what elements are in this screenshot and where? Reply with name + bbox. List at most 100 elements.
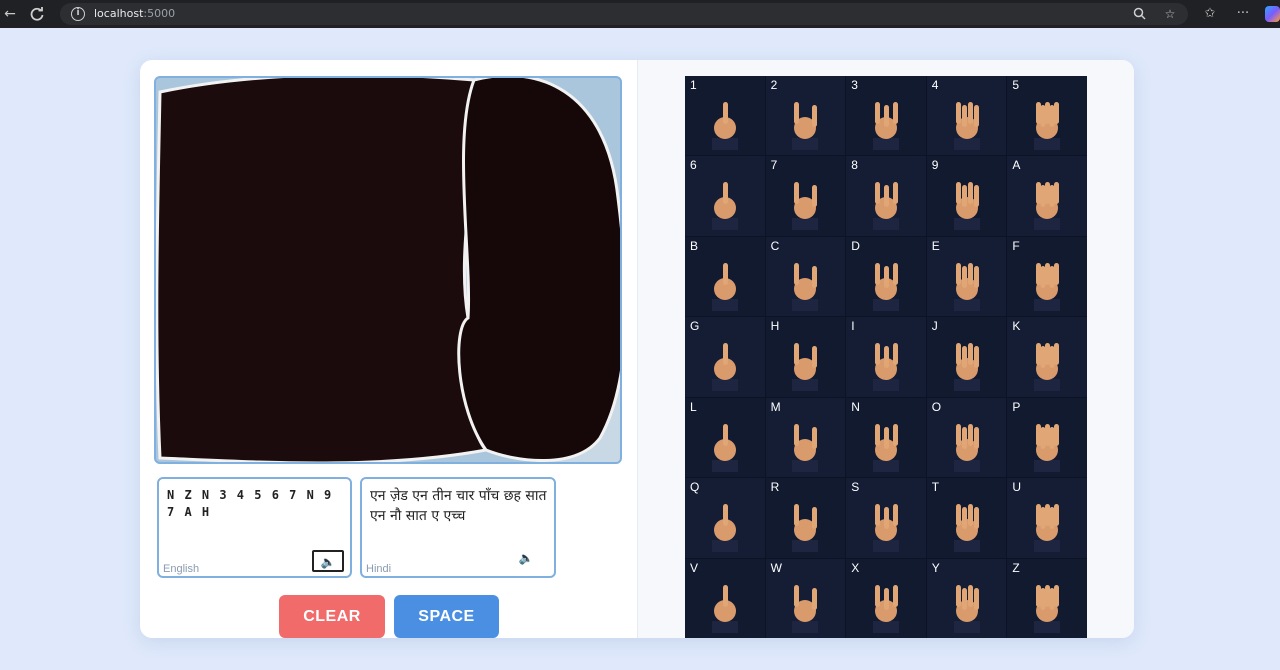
sign-cell: M — [765, 397, 846, 478]
sign-cell: L — [685, 397, 765, 478]
sign-cell: C — [765, 236, 846, 317]
hand-sign-icon — [872, 504, 899, 553]
sign-label: 4 — [931, 78, 939, 92]
sign-label: Q — [690, 480, 700, 495]
hand-sign-icon — [953, 102, 980, 151]
sign-language-chart: 1 2 3 4 5 6 7 8 9 A B C D E F G H I J K L M N O P Q R S T U V W X Y Z — [685, 76, 1087, 638]
sign-label: O — [931, 399, 942, 414]
info-icon[interactable]: i — [71, 7, 85, 21]
sign-cell: 6 — [685, 156, 765, 236]
zoom-icon[interactable] — [1131, 5, 1149, 23]
url-text: localhost:5000 — [94, 7, 176, 20]
sign-label: H — [770, 319, 780, 334]
back-arrow-icon[interactable]: ← — [0, 4, 20, 24]
speaker-english-button[interactable]: 🔈 — [312, 550, 344, 572]
sign-cell: V — [685, 558, 765, 638]
hand-sign-icon — [711, 504, 738, 553]
sign-cell: 3 — [846, 76, 926, 156]
hand-sign-icon — [1034, 102, 1061, 151]
sign-label: 7 — [770, 158, 778, 173]
hand-sign-icon — [1034, 262, 1061, 311]
star-icon[interactable]: ☆ — [1161, 5, 1179, 23]
sign-cell: 8 — [846, 156, 926, 236]
sign-label: V — [690, 560, 699, 575]
hand-sign-icon — [792, 102, 819, 151]
sign-cell: A — [1007, 156, 1087, 236]
sign-label: X — [851, 560, 860, 575]
sign-cell: O — [926, 397, 1007, 478]
sign-cell: B — [685, 236, 765, 317]
sign-label: 8 — [851, 158, 858, 173]
sign-label: K — [1012, 319, 1021, 334]
sign-cell: Z — [1007, 558, 1087, 638]
hand-sign-icon — [872, 343, 899, 392]
more-icon[interactable]: ··· — [1233, 4, 1253, 24]
hand-sign-icon — [711, 182, 738, 231]
sign-label: W — [770, 560, 782, 575]
address-bar[interactable]: i localhost:5000 ☆ — [60, 3, 1188, 25]
sign-label: Z — [1012, 560, 1020, 575]
sign-cell: G — [685, 317, 765, 397]
hand-sign-icon — [872, 423, 899, 472]
english-output-box: N Z N 3 4 5 6 7 N 9 7 A H English 🔈 — [157, 477, 352, 578]
hand-sign-icon — [872, 584, 899, 633]
sign-label: M — [770, 399, 781, 414]
speaker-hindi-button[interactable]: 🔈 — [510, 548, 542, 570]
browser-toolbar: ← i localhost:5000 ☆ ✩ ··· — [0, 0, 1280, 28]
hand-sign-icon — [953, 504, 980, 553]
sign-cell: 1 — [685, 76, 765, 156]
sign-cell: H — [765, 317, 846, 397]
clear-button[interactable]: CLEAR — [279, 595, 385, 638]
sign-cell: T — [926, 478, 1007, 558]
sign-cell: S — [846, 478, 926, 558]
hand-sign-icon — [953, 182, 980, 231]
sign-label: F — [1012, 238, 1020, 253]
hand-sign-icon — [1034, 182, 1061, 231]
sign-cell: I — [846, 317, 926, 397]
sign-label: G — [690, 319, 700, 334]
sign-cell: 9 — [926, 156, 1007, 236]
sign-cell: Q — [685, 478, 765, 558]
copilot-icon[interactable] — [1265, 6, 1280, 22]
hindi-output-box: एन ज़ेड एन तीन चार पाँच छह सात एन नौ सात… — [360, 477, 556, 578]
sign-cell: D — [846, 236, 926, 317]
sign-label: E — [931, 238, 940, 253]
sign-label: 6 — [690, 158, 697, 173]
sign-cell: J — [926, 317, 1007, 397]
sign-label: P — [1012, 399, 1021, 414]
camera-feed — [154, 76, 622, 464]
hindi-text: एन ज़ेड एन तीन चार पाँच छह सात एन नौ सात… — [370, 488, 547, 524]
sign-cell: 7 — [765, 156, 846, 236]
hand-sign-icon — [792, 343, 819, 392]
speaker-icon: 🔈 — [320, 555, 336, 569]
sign-label: I — [851, 319, 855, 334]
hand-sign-icon — [1034, 584, 1061, 633]
sign-label: 9 — [931, 158, 939, 173]
sign-cell: K — [1007, 317, 1087, 397]
sign-cell: 5 — [1007, 76, 1087, 156]
sign-cell: 2 — [765, 76, 846, 156]
sign-label: J — [931, 319, 938, 334]
reload-icon[interactable] — [27, 4, 47, 24]
hand-sign-icon — [711, 584, 738, 633]
sign-label: 5 — [1012, 78, 1020, 92]
hand-sign-icon — [792, 504, 819, 553]
favorites-icon[interactable]: ✩ — [1200, 4, 1220, 24]
sign-cell: Y — [926, 558, 1007, 638]
hand-sign-icon — [792, 182, 819, 231]
hand-sign-icon — [1034, 423, 1061, 472]
hand-sign-icon — [711, 343, 738, 392]
sign-cell: 4 — [926, 76, 1007, 156]
sign-cell: X — [846, 558, 926, 638]
sign-label: B — [690, 238, 699, 253]
speaker-icon: 🔈 — [518, 551, 534, 565]
sign-cell: F — [1007, 236, 1087, 317]
sign-label: 1 — [690, 78, 697, 92]
hand-sign-icon — [872, 262, 899, 311]
sign-label: 2 — [770, 78, 778, 92]
english-text: N Z N 3 4 5 6 7 N 9 7 A H — [167, 488, 333, 519]
hand-sign-icon — [792, 262, 819, 311]
sign-label: C — [770, 238, 780, 253]
space-button[interactable]: SPACE — [394, 595, 499, 638]
hindi-label: Hindi — [366, 563, 392, 575]
